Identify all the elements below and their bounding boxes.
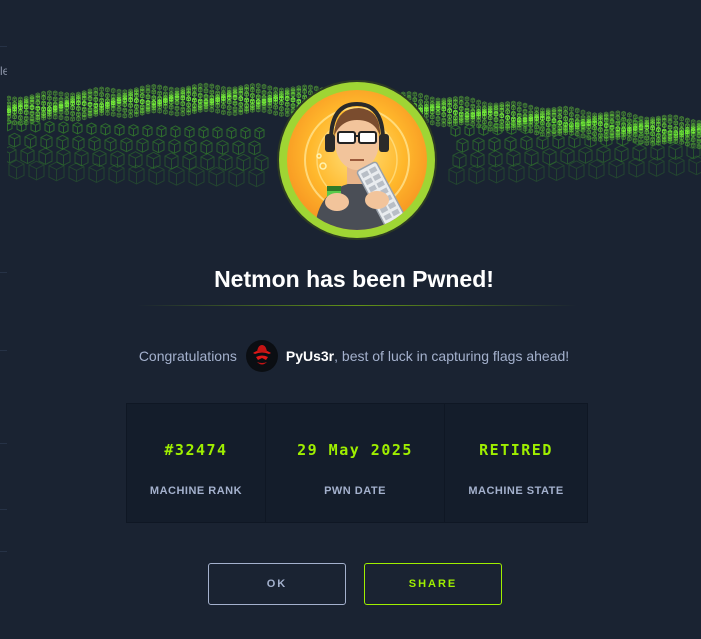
stat-pwn-date: 29 May 2025 PWN DATE bbox=[265, 404, 444, 522]
username[interactable]: PyUs3r bbox=[286, 348, 334, 364]
pwn-date-label: PWN DATE bbox=[324, 485, 386, 497]
user-avatar bbox=[245, 340, 278, 372]
congrats-prefix: Congratulations bbox=[138, 348, 237, 364]
machine-rank-label: MACHINE RANK bbox=[149, 485, 243, 497]
share-button[interactable]: SHARE bbox=[364, 563, 502, 605]
machine-avatar bbox=[279, 82, 435, 238]
red-hat-hacker-icon bbox=[246, 341, 277, 371]
stats-panel: #32474 MACHINE RANK 29 May 2025 PWN DATE… bbox=[126, 403, 588, 523]
machine-state-value: RETIRED bbox=[479, 441, 553, 459]
stat-machine-rank: #32474 MACHINE RANK bbox=[127, 404, 265, 522]
pwn-date-value: 29 May 2025 bbox=[297, 441, 413, 459]
machine-state-label: MACHINE STATE bbox=[468, 485, 564, 497]
stat-machine-state: RETIRED MACHINE STATE bbox=[444, 404, 587, 522]
title-divider bbox=[137, 305, 577, 306]
machine-rank-value: #32474 bbox=[164, 441, 228, 459]
hacker-avatar-icon bbox=[304, 101, 410, 230]
congrats-message: Congratulations PyUs3r , best of luck in… bbox=[7, 340, 701, 372]
modal-title: Netmon has been Pwned! bbox=[214, 266, 494, 292]
congrats-suffix: , best of luck in capturing flags ahead! bbox=[334, 348, 570, 364]
pwned-modal: Netmon has been Pwned! Congratulations P… bbox=[7, 0, 701, 639]
ok-button[interactable]: OK bbox=[208, 563, 346, 605]
